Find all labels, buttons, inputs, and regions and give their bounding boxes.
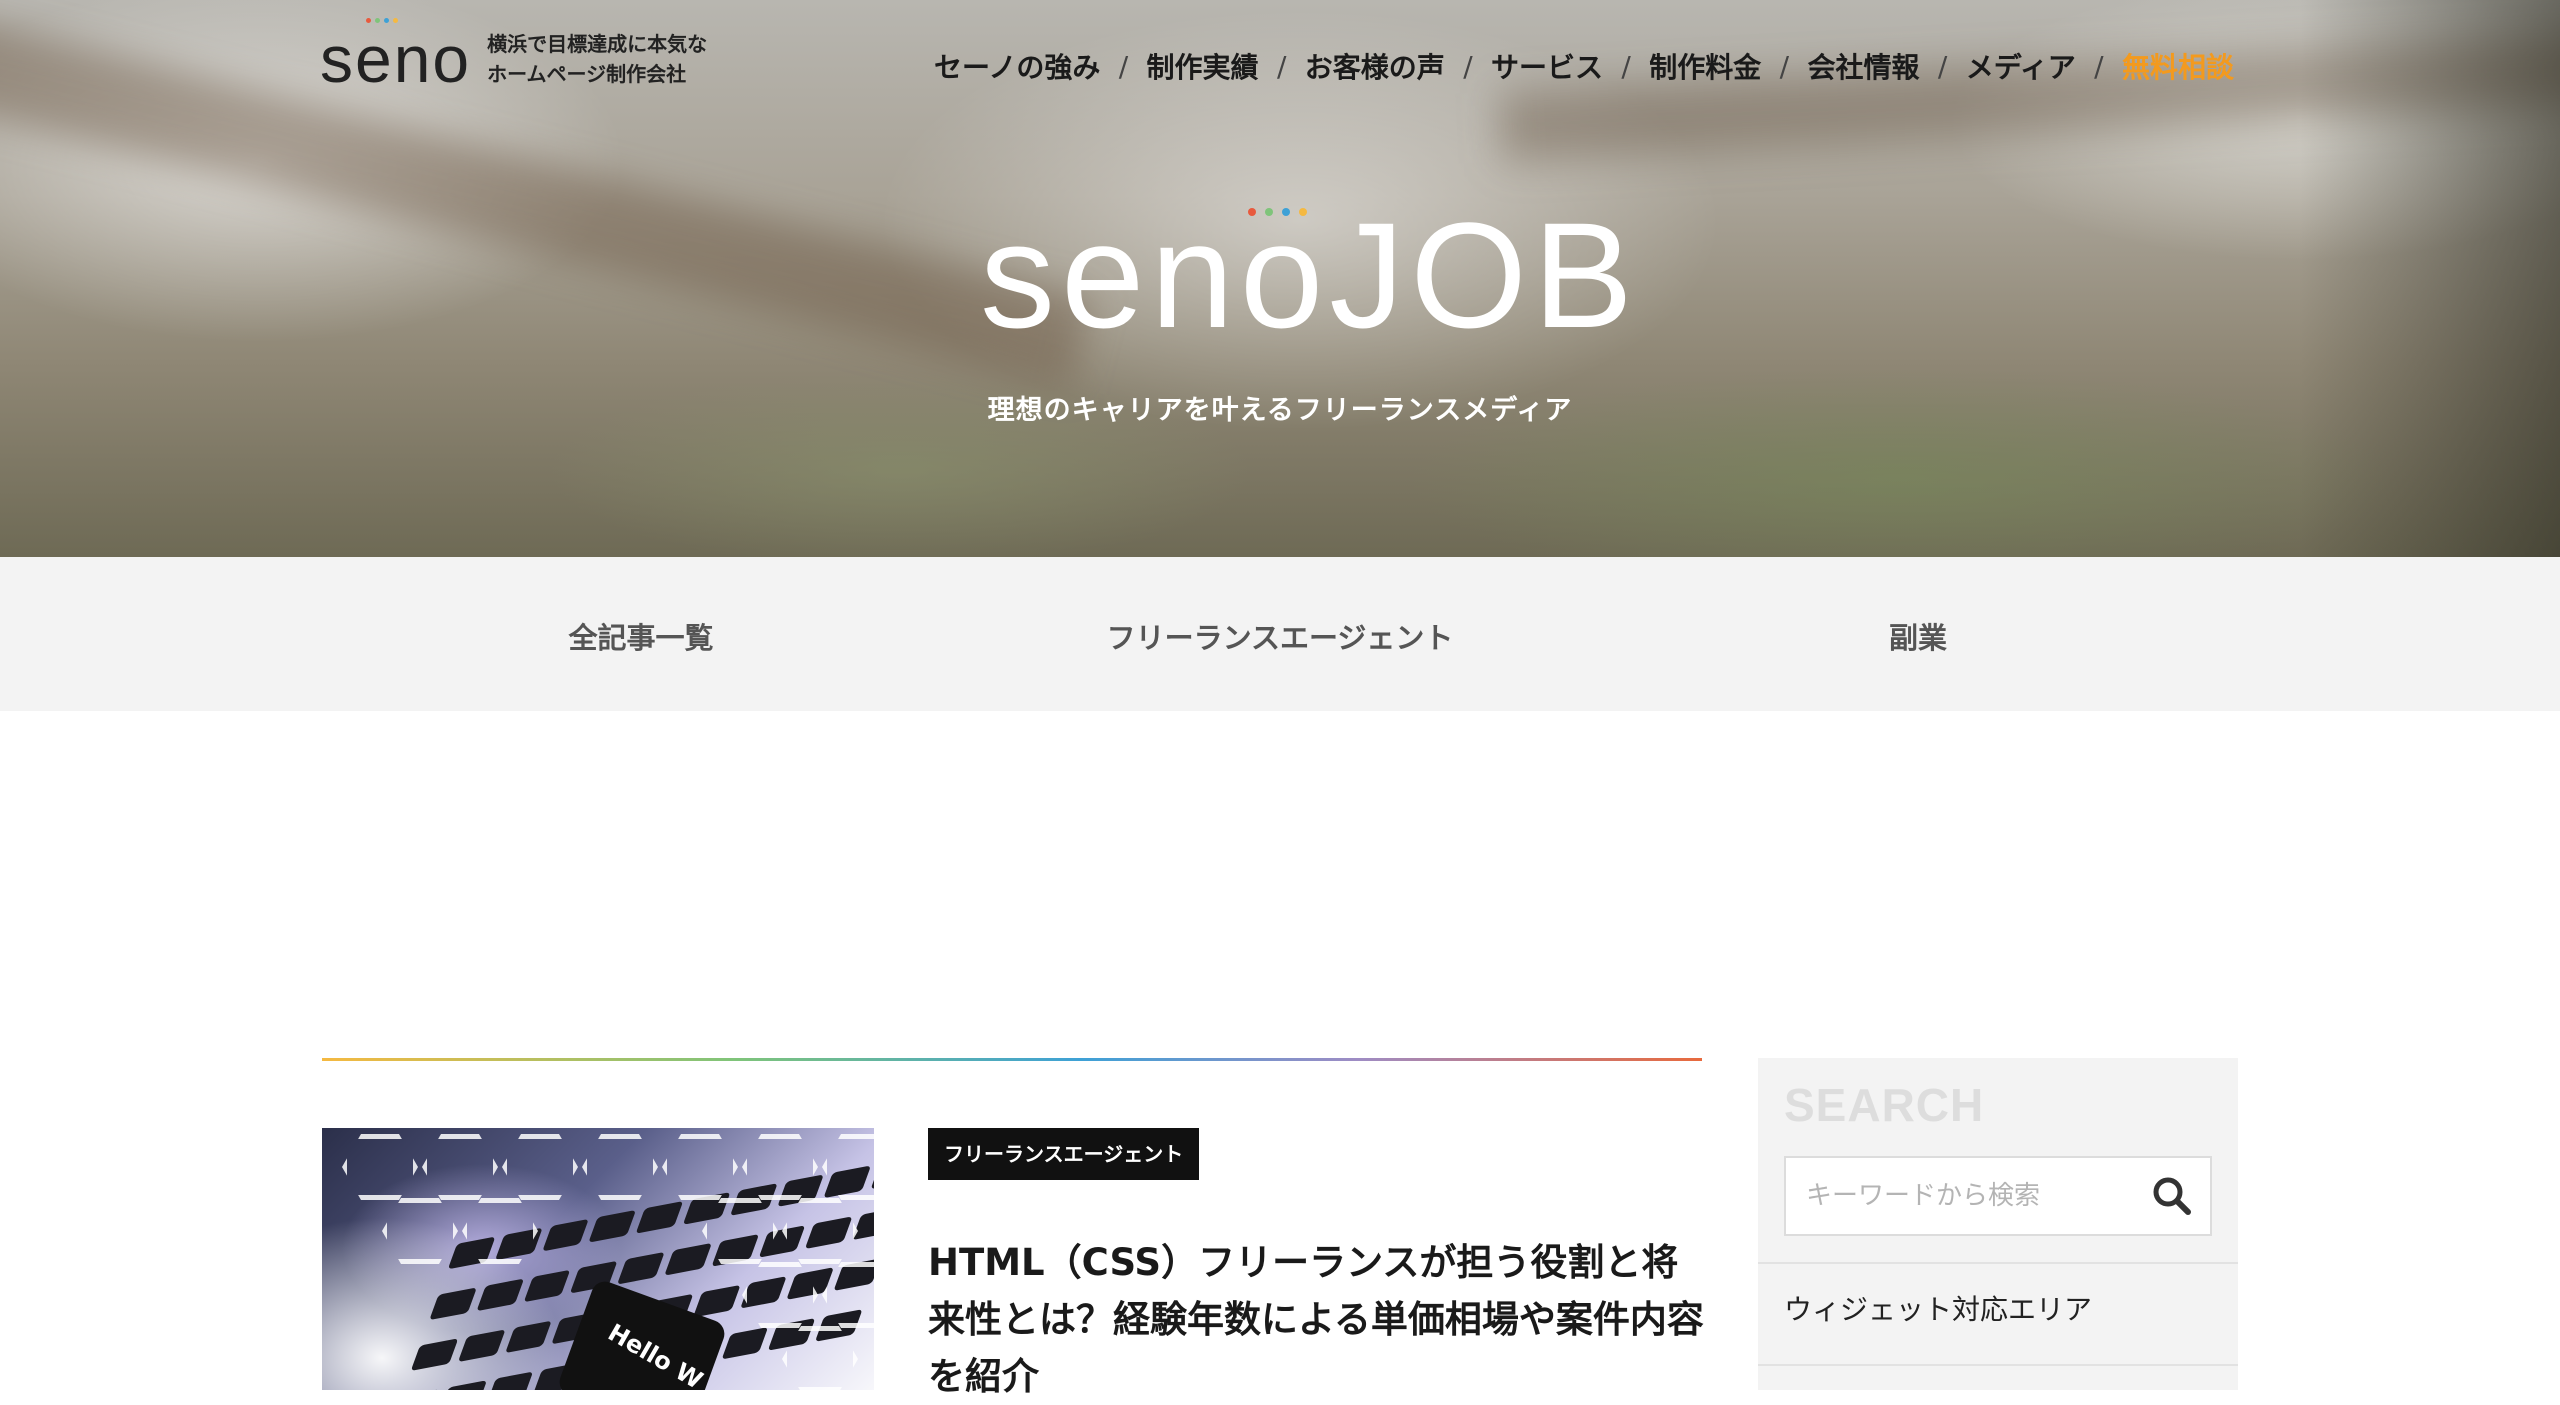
hexagon-shape <box>582 1134 658 1200</box>
tagline-line: ホームページ制作会社 <box>487 62 687 86</box>
tagline-line: 横浜で目標達成に本気な <box>487 32 708 56</box>
search-icon <box>2153 1177 2191 1215</box>
hero-subtitle: 理想のキャリアを叶えるフリーランスメディア <box>987 395 1573 426</box>
category-side-job[interactable]: 副業 <box>1889 615 1947 657</box>
nav-item-strengths[interactable]: セーノの強み <box>934 46 1100 86</box>
nav-item-media[interactable]: メディア <box>1966 46 2076 86</box>
senojob-logo-dots <box>1248 208 1307 216</box>
sidebar-divider <box>1758 1262 2238 1264</box>
logo-dots <box>366 18 398 23</box>
category-freelance-agent[interactable]: フリーランスエージェント <box>1107 615 1454 657</box>
article-title[interactable]: HTML（CSS）フリーランスが担う役割と将来性とは？経験年数による単価相場や案… <box>928 1234 1708 1405</box>
sidebar-divider <box>1758 1364 2238 1366</box>
widget-area-text: ウィジェット対応エリア <box>1784 1293 2093 1326</box>
nav-separator: / <box>1779 49 1790 83</box>
hexagon-shape <box>382 1198 458 1264</box>
nav-separator: / <box>2094 49 2104 83</box>
hero-background-shade <box>2300 0 2560 557</box>
article-category-tag[interactable]: フリーランスエージェント <box>928 1128 1200 1180</box>
site-logo-link[interactable]: seno 横浜で目標達成に本気な ホームページ制作会社 <box>320 18 707 92</box>
search-box <box>1784 1156 2212 1236</box>
hexagon-shape <box>422 1134 498 1200</box>
nav-separator: / <box>1118 49 1129 83</box>
logo-tagline: 横浜で目標達成に本気な ホームページ制作会社 <box>487 29 707 89</box>
nav-item-free-consultation[interactable]: 無料相談 <box>2122 46 2234 86</box>
phone-screen-text: Hello W <box>603 1318 708 1390</box>
nav-item-company[interactable]: 会社情報 <box>1807 46 1919 86</box>
nav-item-voices[interactable]: お客様の声 <box>1305 46 1445 86</box>
nav-item-works[interactable]: 制作実績 <box>1147 46 1259 86</box>
search-heading: SEARCH <box>1784 1079 1985 1131</box>
hexagon-shape <box>662 1134 738 1200</box>
nav-separator: / <box>1621 49 1631 83</box>
global-nav: セーノの強み / 制作実績 / お客様の声 / サービス / 制作料金 / 会社… <box>934 46 2234 86</box>
nav-separator: / <box>1276 49 1287 83</box>
nav-item-pricing[interactable]: 制作料金 <box>1649 46 1761 86</box>
hexagon-shape <box>502 1134 578 1200</box>
category-all-articles[interactable]: 全記事一覧 <box>568 615 713 657</box>
gradient-divider <box>322 1058 1702 1061</box>
article-thumbnail[interactable]: Hello W <box>322 1128 874 1390</box>
nav-separator: / <box>1463 49 1473 83</box>
nav-separator: / <box>1937 49 1948 83</box>
sidebar: SEARCH ウィジェット対応エリア <box>1758 1058 2238 1390</box>
seno-logo: seno <box>320 18 471 92</box>
search-button[interactable] <box>2148 1172 2196 1220</box>
senojob-logo-text: senoJOB <box>980 191 1639 359</box>
hero-banner: seno 横浜で目標達成に本気な ホームページ制作会社 セーノの強み / 制作実… <box>0 0 2560 557</box>
senojob-logo[interactable]: senoJOB <box>980 191 1639 359</box>
logo-text: seno <box>320 22 472 96</box>
search-input[interactable] <box>1786 1158 2146 1234</box>
hexagon-shape <box>342 1134 418 1200</box>
nav-item-services[interactable]: サービス <box>1491 46 1603 86</box>
category-nav: 全記事一覧 フリーランスエージェント 副業 <box>0 557 2560 711</box>
